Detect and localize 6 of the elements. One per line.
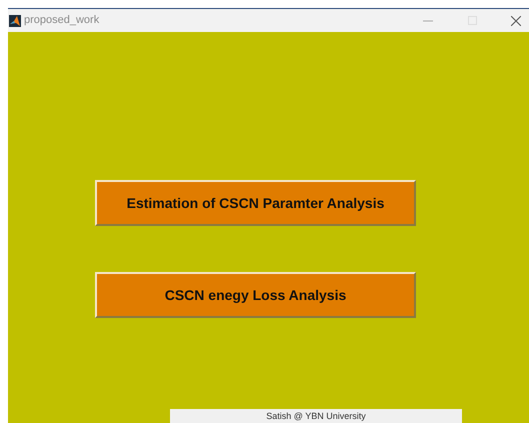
window-title: proposed_work (24, 13, 100, 28)
footer-text: Satish @ YBN University (170, 409, 462, 423)
close-icon[interactable] (511, 16, 521, 26)
action-button[interactable]: CSCN enegy Loss Analysis (95, 272, 416, 318)
action-button[interactable]: Estimation of CSCN Paramter Analysis (95, 180, 416, 226)
app-logo-icon (9, 14, 21, 26)
